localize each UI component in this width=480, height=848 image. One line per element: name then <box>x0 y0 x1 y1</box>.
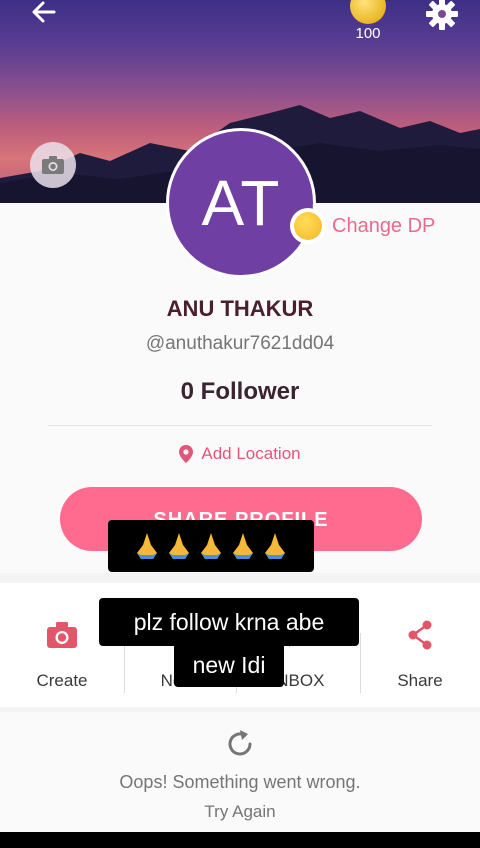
gear-icon[interactable] <box>424 0 460 32</box>
refresh-icon[interactable] <box>222 726 258 762</box>
try-again-button[interactable]: Try Again <box>0 802 480 822</box>
profile-name: ANU THAKUR <box>166 296 314 321</box>
change-dp-button[interactable]: Change DP <box>290 208 435 244</box>
divider <box>48 425 432 426</box>
change-dp-label: Change DP <box>332 214 436 237</box>
avatar-initials: AT <box>201 167 281 239</box>
camera-icon <box>47 622 77 648</box>
change-cover-button[interactable] <box>30 142 76 188</box>
coin-count: 100 <box>355 25 381 42</box>
error-state: Oops! Something went wrong. Try Again <box>0 712 480 832</box>
create-label: Create <box>36 671 88 690</box>
folded-hands-icon <box>233 533 253 559</box>
caption-line-2: new Idi <box>174 643 284 687</box>
camera-icon <box>42 156 64 174</box>
folded-hands-icon <box>265 533 285 559</box>
caption-line-1: plz follow krna abe <box>99 598 359 646</box>
add-location-button[interactable]: Add Location <box>0 444 480 464</box>
avatar[interactable]: AT <box>166 128 316 278</box>
follower-count[interactable]: 0 Follower <box>0 378 480 406</box>
kissing-face-icon <box>290 208 326 244</box>
navigation-bar <box>0 832 480 848</box>
caption-emoji: 🙏🙏🙏🙏🙏 <box>108 520 314 572</box>
folded-hands-icon <box>169 533 189 559</box>
share-icon <box>408 620 432 650</box>
profile-handle: @anuthakur7621dd04 <box>145 333 335 354</box>
folded-hands-icon <box>201 533 221 559</box>
add-location-label: Add Location <box>201 444 301 463</box>
arrow-left-icon[interactable] <box>26 0 62 30</box>
location-pin-icon <box>179 445 194 463</box>
share-button[interactable]: Share <box>360 583 480 707</box>
share-label: Share <box>397 671 443 690</box>
error-message: Oops! Something went wrong. <box>119 772 361 792</box>
folded-hands-icon <box>137 533 157 559</box>
